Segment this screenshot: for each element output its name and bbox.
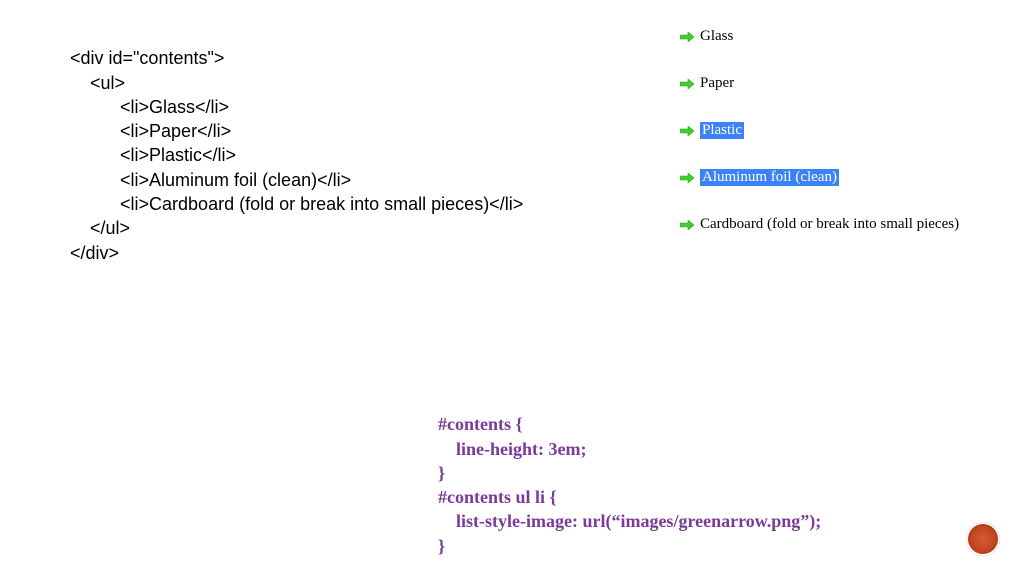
code-line: <li>Plastic</li> <box>70 145 236 165</box>
list-item-text-selected: Aluminum foil (clean) <box>700 169 839 186</box>
rendered-list: Glass Paper Plastic Aluminum foil (clean… <box>680 28 959 233</box>
code-line: line-height: 3em; <box>438 439 586 459</box>
code-line: } <box>438 536 445 556</box>
list-item-text-selected: Plastic <box>700 122 744 139</box>
code-line: </div> <box>70 243 119 263</box>
code-line: } <box>438 463 445 483</box>
list-item-text: Glass <box>700 28 733 45</box>
list-item-text: Paper <box>700 75 734 92</box>
corner-badge-icon <box>966 522 1000 556</box>
code-line: <li>Cardboard (fold or break into small … <box>70 194 523 214</box>
code-line: #contents ul li { <box>438 487 557 507</box>
green-arrow-icon <box>680 126 694 136</box>
code-line: <li>Aluminum foil (clean)</li> <box>70 170 351 190</box>
html-code-block: <div id="contents"> <ul> <li>Glass</li> … <box>70 22 523 265</box>
green-arrow-icon <box>680 32 694 42</box>
green-arrow-icon <box>680 220 694 230</box>
list-item: Cardboard (fold or break into small piec… <box>680 216 959 233</box>
code-line: </ul> <box>70 218 130 238</box>
css-code-block: #contents { line-height: 3em; } #content… <box>438 388 821 558</box>
list-item: Plastic <box>680 122 959 139</box>
code-line: <li>Glass</li> <box>70 97 229 117</box>
list-item: Paper <box>680 75 959 92</box>
code-line: <div id="contents"> <box>70 48 224 68</box>
code-line: #contents { <box>438 414 523 434</box>
green-arrow-icon <box>680 79 694 89</box>
list-item: Aluminum foil (clean) <box>680 169 959 186</box>
code-line: <ul> <box>70 73 125 93</box>
green-arrow-icon <box>680 173 694 183</box>
code-line: list-style-image: url(“images/greenarrow… <box>438 511 821 531</box>
code-line: <li>Paper</li> <box>70 121 231 141</box>
list-item-text: Cardboard (fold or break into small piec… <box>700 216 959 233</box>
list-item: Glass <box>680 28 959 45</box>
